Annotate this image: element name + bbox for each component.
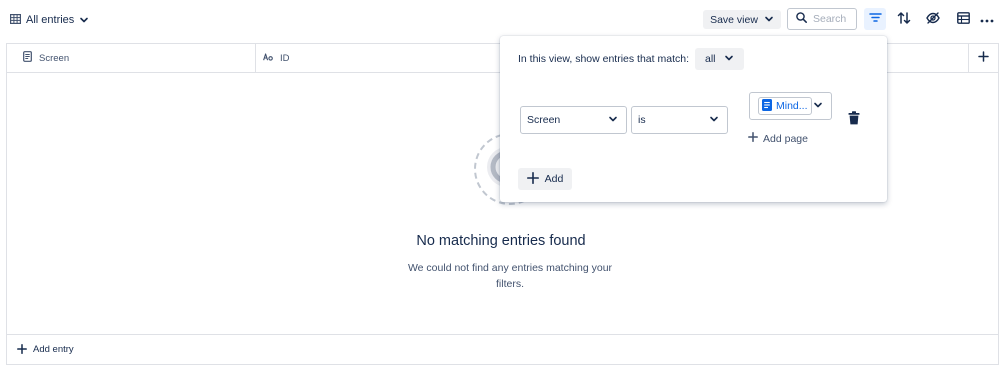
layout-button[interactable] — [952, 8, 974, 30]
delete-filter-button[interactable] — [846, 110, 862, 128]
add-entry-button[interactable]: Add entry — [7, 334, 998, 364]
chevron-down-icon — [709, 114, 719, 126]
empty-state-description: We could not find any entries matching y… — [407, 262, 613, 290]
filter-icon — [868, 12, 882, 26]
match-value: all — [705, 53, 716, 65]
column-header-id[interactable]: ID — [256, 44, 290, 72]
table-layout-icon — [956, 11, 970, 27]
trash-icon — [848, 110, 860, 128]
sort-button[interactable] — [893, 8, 915, 30]
table-grid-icon — [10, 13, 22, 27]
sort-icon — [897, 11, 911, 27]
column-header-screen[interactable]: Screen — [7, 44, 256, 72]
add-entry-label: Add entry — [33, 344, 74, 355]
chevron-down-icon — [79, 13, 89, 27]
chevron-down-icon — [813, 100, 823, 112]
save-view-label: Save view — [710, 13, 758, 26]
filter-button[interactable] — [864, 8, 886, 30]
plus-icon — [17, 343, 27, 357]
filter-page-select[interactable]: Mind... — [749, 92, 832, 120]
more-icon — [980, 12, 994, 26]
column-label-id: ID — [280, 52, 290, 64]
view-label: All entries — [26, 14, 75, 26]
add-page-button[interactable]: Add page — [748, 132, 808, 145]
plus-icon — [526, 171, 539, 187]
search-box[interactable] — [787, 8, 857, 30]
save-view-button[interactable]: Save view — [703, 10, 781, 29]
chevron-down-icon — [764, 14, 774, 26]
hide-fields-button[interactable] — [922, 8, 944, 30]
more-button[interactable] — [977, 8, 997, 30]
page-icon — [23, 51, 32, 65]
column-label-screen: Screen — [39, 52, 70, 64]
filter-popover: In this view, show entries that match: a… — [500, 36, 887, 202]
toolbar: All entries Save view — [0, 0, 999, 40]
filter-field-value: Screen — [527, 114, 561, 126]
page-icon — [762, 98, 772, 114]
selected-page-chip[interactable]: Mind... — [758, 97, 812, 115]
match-select[interactable]: all — [695, 48, 744, 70]
filter-field-select[interactable]: Screen — [520, 106, 627, 134]
plus-icon — [748, 132, 758, 145]
search-input[interactable] — [813, 13, 853, 25]
empty-state-title: No matching entries found — [416, 233, 586, 249]
filter-operator-value: is — [638, 114, 646, 126]
filter-operator-select[interactable]: is — [631, 106, 728, 134]
add-filter-button[interactable]: Add — [518, 168, 572, 190]
filter-match-row: In this view, show entries that match: a… — [518, 48, 744, 70]
add-page-label: Add page — [763, 132, 808, 145]
chevron-down-icon — [608, 114, 618, 126]
plus-icon — [978, 51, 989, 65]
add-filter-label: Add — [544, 173, 564, 185]
eye-hide-icon — [926, 11, 940, 27]
selected-page-label: Mind... — [776, 100, 808, 112]
filter-intro-text: In this view, show entries that match: — [518, 53, 689, 65]
view-switcher[interactable]: All entries — [10, 10, 89, 30]
search-icon — [796, 12, 807, 26]
chevron-down-icon — [724, 53, 734, 65]
add-column-button[interactable] — [968, 44, 998, 72]
text-field-icon — [263, 52, 273, 64]
